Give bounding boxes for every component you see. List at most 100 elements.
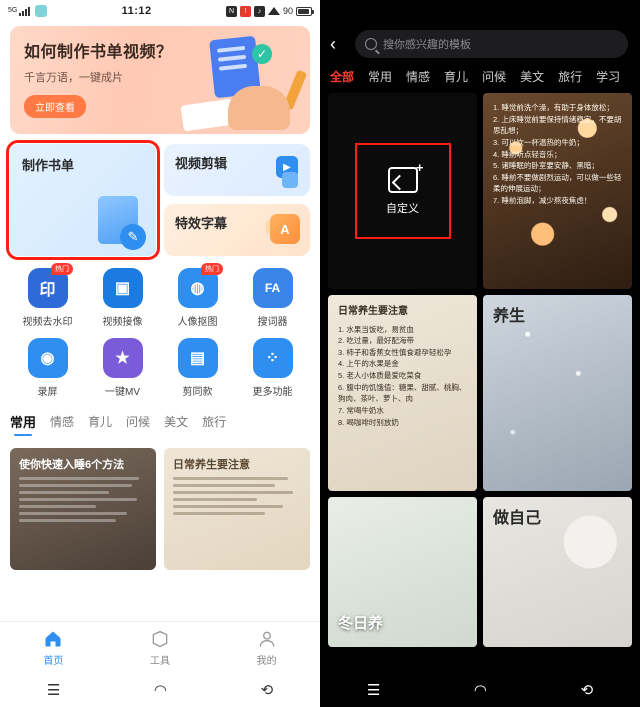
tool-label: 视频接像 bbox=[102, 317, 143, 328]
template-overlay-text: 做自己 bbox=[493, 510, 542, 527]
tools-icon bbox=[152, 630, 168, 647]
tab-meiwen[interactable]: 美文 bbox=[164, 413, 188, 435]
back-arrow-icon[interactable]: ‹ bbox=[330, 34, 346, 55]
hot-badge: 热门 bbox=[201, 263, 223, 275]
feature-card-video-edit[interactable]: 视频剪辑 ▶ bbox=[164, 144, 310, 196]
text-effect-icon: A bbox=[270, 214, 300, 244]
tool-item-1[interactable]: ▣ 视频接像 bbox=[85, 268, 160, 328]
tab-xuexi[interactable]: 学习 bbox=[596, 68, 620, 85]
nav-label: 工具 bbox=[150, 655, 170, 667]
banner-cta-button[interactable]: 立即查看 bbox=[24, 95, 86, 118]
more-functions-icon: ⁘ bbox=[252, 338, 293, 378]
status-right: N ! ♪ 90 bbox=[225, 5, 314, 17]
app-badge-icon: N bbox=[225, 5, 237, 17]
feature-card-row: 制作书单 ✎ 视频剪辑 ▶ 特效字幕 A bbox=[6, 140, 310, 260]
tab-yuer[interactable]: 育儿 bbox=[444, 68, 468, 85]
nav-item-home[interactable]: 首页 bbox=[0, 622, 107, 673]
right-status-spacer bbox=[320, 0, 640, 22]
template-cut-icon: ▤ bbox=[177, 338, 218, 378]
preview-line bbox=[19, 491, 109, 494]
template-line: 7. 常喝牛奶水 bbox=[338, 405, 384, 415]
template-card-health[interactable]: 日常养生要注意 1. 水果当饭吃，易贫血 2. 吃过量，最好配海带 3. 柿子和… bbox=[328, 295, 477, 491]
tool-item-0[interactable]: 热门 印 视频去水印 bbox=[10, 263, 85, 328]
tab-qinggan[interactable]: 情感 bbox=[406, 68, 430, 85]
template-preview-1[interactable]: 日常养生要注意 bbox=[164, 448, 310, 570]
feature-card-subtitle[interactable]: 特效字幕 A bbox=[164, 204, 310, 256]
tab-qinggan[interactable]: 情感 bbox=[50, 413, 74, 435]
search-input[interactable]: 搜你感兴趣的模板 bbox=[355, 30, 628, 58]
menu-icon[interactable]: ☰ bbox=[47, 681, 60, 699]
preview-title: 日常养生要注意 bbox=[173, 459, 250, 471]
preview-line bbox=[19, 477, 140, 480]
template-grid: 自定义 日常养生要注意 1. 水果当饭吃，易贫血 2. 吃过量，最好配海带 3.… bbox=[320, 93, 640, 673]
preview-line bbox=[173, 477, 289, 480]
screen-record-icon: ◉ bbox=[27, 338, 68, 378]
template-line: 3. 柿子和香蕉女性慎食避孕轻松孕 bbox=[338, 347, 452, 357]
mute-icon: ♪ bbox=[253, 5, 265, 17]
tool-item-7[interactable]: ⁘ 更多功能 bbox=[235, 338, 310, 398]
template-line: 6. 腹中的饥饿值：糖果、甜腻、桃胸、狗肉、茶叶、萝卜、肉 bbox=[338, 382, 467, 404]
tool-item-5[interactable]: ★ 一键MV bbox=[85, 338, 160, 398]
status-time: 11:12 bbox=[121, 5, 152, 17]
tool-item-2[interactable]: 热门 ◍ 人像抠图 bbox=[160, 263, 235, 328]
menu-icon[interactable]: ☰ bbox=[367, 681, 380, 699]
preview-line bbox=[19, 484, 132, 487]
feature-card-title: 制作书单 bbox=[22, 158, 75, 173]
search-icon bbox=[365, 38, 377, 50]
tab-wenhou[interactable]: 问候 bbox=[126, 413, 150, 435]
tab-lvxing[interactable]: 旅行 bbox=[558, 68, 582, 85]
tool-item-4[interactable]: ◉ 录屏 bbox=[10, 338, 85, 398]
template-preview-0[interactable]: 使你快速入睡6个方法 bbox=[10, 448, 156, 570]
check-badge-icon: ✓ bbox=[252, 44, 272, 64]
search-row: ‹ 搜你感兴趣的模板 bbox=[320, 22, 640, 64]
custom-template-card[interactable]: 自定义 bbox=[328, 93, 477, 289]
tool-item-6[interactable]: ▤ 剪同款 bbox=[160, 338, 235, 398]
pencil-edit-icon: ✎ bbox=[120, 224, 146, 250]
back-icon[interactable]: ⟲ bbox=[261, 681, 274, 699]
preview-line bbox=[173, 505, 284, 508]
tab-meiwen[interactable]: 美文 bbox=[520, 68, 544, 85]
template-line: 5. 老人小体质最爱吃菜食 bbox=[338, 371, 422, 380]
feature-col-left: 制作书单 ✎ bbox=[6, 140, 160, 260]
tool-item-3[interactable]: FA 搜词器 bbox=[235, 268, 310, 328]
right-phone-screen: ‹ 搜你感兴趣的模板 全部 常用 情感 育儿 问候 美文 旅行 学习 自定义 bbox=[320, 0, 640, 707]
tab-changyong[interactable]: 常用 bbox=[10, 412, 36, 436]
tab-wenhou[interactable]: 问候 bbox=[482, 68, 506, 85]
template-column-right: 1. 睡觉前洗个澡，有助于身体放松； 2. 上床睡觉前要保持情绪稳定，不要胡思乱… bbox=[483, 93, 632, 673]
template-card-snow[interactable]: 养生 bbox=[483, 295, 632, 491]
preview-line bbox=[19, 498, 137, 501]
tab-all[interactable]: 全部 bbox=[330, 68, 354, 85]
template-card-self[interactable]: 做自己 bbox=[483, 497, 632, 647]
preview-line bbox=[19, 512, 127, 515]
custom-selection-frame: 自定义 bbox=[354, 143, 451, 239]
back-icon[interactable]: ⟲ bbox=[581, 681, 594, 699]
template-line: 4. 上午的水果是金 bbox=[338, 359, 399, 369]
preview-line bbox=[173, 498, 258, 501]
tab-yuer[interactable]: 育儿 bbox=[88, 413, 112, 435]
template-overlay-text: 冬日养 bbox=[338, 615, 384, 632]
tool-label: 视频去水印 bbox=[22, 317, 73, 328]
hot-badge: 热门 bbox=[51, 263, 73, 275]
template-card-winter[interactable]: 冬日养 bbox=[328, 497, 477, 647]
nav-item-profile[interactable]: 我的 bbox=[213, 622, 320, 673]
promo-banner[interactable]: 如何制作书单视频？ 千言万语，一键成片 立即查看 ✓ bbox=[10, 26, 310, 134]
home-icon[interactable]: ◠ bbox=[154, 681, 167, 699]
template-card-sleep[interactable]: 1. 睡觉前洗个澡，有助于身体放松； 2. 上床睡觉前要保持情绪稳定，不要胡思乱… bbox=[483, 93, 632, 289]
tool-label: 剪同款 bbox=[182, 387, 213, 398]
feature-card-booklist[interactable]: 制作书单 ✎ bbox=[6, 140, 160, 260]
video-mosaic-icon: ▣ bbox=[102, 268, 143, 308]
preview-line bbox=[19, 505, 96, 508]
template-title: 日常养生要注意 bbox=[338, 306, 408, 317]
camera-icon bbox=[35, 5, 48, 17]
home-icon[interactable]: ◠ bbox=[474, 681, 487, 699]
clip-icon bbox=[282, 172, 298, 188]
nav-item-tools[interactable]: 工具 bbox=[107, 622, 214, 673]
tab-changyong[interactable]: 常用 bbox=[368, 68, 392, 85]
feature-col-right: 视频剪辑 ▶ 特效字幕 A bbox=[164, 144, 310, 256]
template-preview-row: 使你快速入睡6个方法 日常养生要注意 bbox=[10, 448, 310, 570]
tab-lvxing[interactable]: 旅行 bbox=[202, 413, 226, 435]
tool-label: 更多功能 bbox=[252, 387, 293, 398]
template-line: 7. 睡前泡脚，减少熬夜焦虑！ bbox=[493, 196, 592, 205]
system-nav-right: ☰ ◠ ⟲ bbox=[320, 673, 640, 707]
template-line: 4. 睡前听点轻音乐； bbox=[493, 149, 562, 159]
